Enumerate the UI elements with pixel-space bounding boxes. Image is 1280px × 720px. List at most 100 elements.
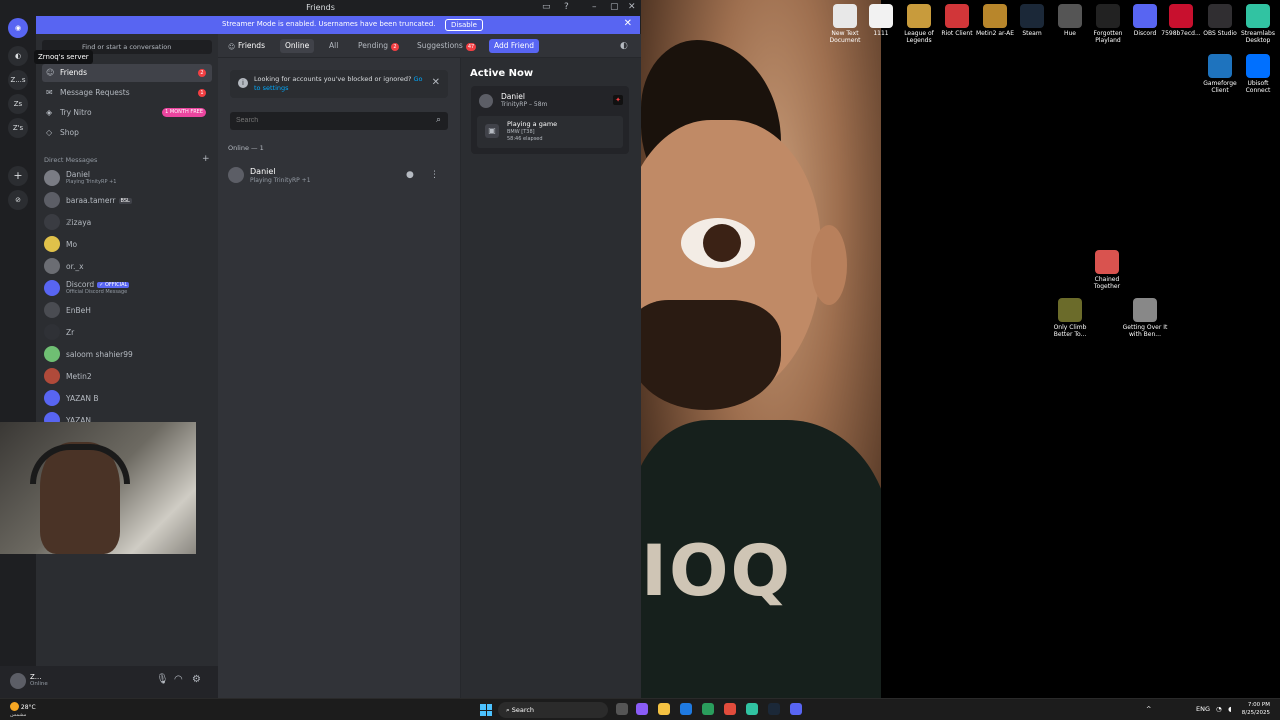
discord-taskbar-icon[interactable] [790, 703, 802, 715]
language-indicator[interactable]: ENG [1196, 705, 1210, 713]
headphones-icon[interactable]: ◠ [174, 674, 183, 685]
task-view-icon[interactable] [616, 703, 628, 715]
dm-item[interactable]: ℤizaya [42, 212, 212, 232]
discord-home-icon[interactable]: ◉ [8, 18, 28, 38]
taskbar: 28°C مشمس ⌕ Search ^ ENG ◔ ◖ 7:00 PM 8/2… [0, 698, 1280, 720]
server-item-1[interactable]: Z...s [8, 70, 28, 90]
more-icon[interactable]: ⋮ [430, 170, 439, 180]
active-now-panel: Active Now Daniel TrinityRP – 58m ✦ ▣ Pl… [460, 58, 641, 698]
server-list: ◉ ◐ Z...s Zs Z's + ⊘ [0, 16, 36, 666]
dm-item[interactable]: Daniel Playing TrinityRP +1 [42, 168, 212, 188]
copilot-icon[interactable] [636, 703, 648, 715]
nav-nitro[interactable]: ◈ Try Nitro 1 MONTH FREE [42, 104, 212, 122]
dm-item[interactable]: Discord ✓ OFFICIAL Official Discord Messag… [42, 278, 212, 298]
dm-header: Direct Messages [44, 156, 98, 164]
disable-streamer-button[interactable]: Disable [445, 19, 483, 31]
banner-close-icon[interactable]: ✕ [624, 18, 632, 29]
edge-icon[interactable] [680, 703, 692, 715]
inbox-icon[interactable]: ▭ [542, 2, 551, 12]
app-icon [945, 4, 969, 28]
store-icon[interactable] [702, 703, 714, 715]
tray-chevron-icon[interactable]: ^ [1146, 705, 1151, 713]
file-explorer-icon[interactable] [658, 703, 670, 715]
add-friend-button[interactable]: Add Friend [489, 39, 539, 53]
active-now-title: Active Now [470, 68, 534, 79]
active-now-card[interactable]: Daniel TrinityRP – 58m ✦ ▣ Playing a gam… [471, 86, 629, 154]
dm-avatar [44, 214, 60, 230]
server-zrnoq[interactable]: ◐ [8, 46, 28, 66]
friends-topbar: Friends ☺ Online All Pending 2 Suggestion… [218, 34, 641, 58]
desktop-icon[interactable]: Streamlabs Desktop [1235, 4, 1280, 44]
app-icon [983, 4, 1007, 28]
dm-name: Metin2 [66, 372, 92, 381]
tab-pending[interactable]: Pending 2 [353, 39, 404, 53]
nav-message-requests[interactable]: ✉ Message Requests 1 [42, 84, 212, 102]
friends-search-input[interactable] [230, 112, 448, 130]
dm-item[interactable]: or._x [42, 256, 212, 276]
tab-online[interactable]: Online [280, 39, 315, 53]
wallpaper-portrait: IOQ [641, 0, 881, 698]
chrome-icon[interactable] [724, 703, 736, 715]
weather-sub: مشمس [10, 712, 27, 718]
mail-icon: ✉ [46, 88, 53, 97]
settings-gear-icon[interactable]: ⚙ [192, 674, 201, 685]
app-icon [1058, 298, 1082, 322]
dm-item[interactable]: Zr [42, 322, 212, 342]
server-item-2[interactable]: Zs [8, 94, 28, 114]
taskbar-search[interactable]: ⌕ Search [498, 702, 608, 718]
user-avatar[interactable] [10, 673, 26, 689]
dm-avatar [44, 236, 60, 252]
dm-avatar [44, 170, 60, 186]
dm-name: or._x [66, 262, 84, 271]
info-icon: i [238, 78, 248, 88]
dm-tag: ✓ OFFICIAL [97, 282, 130, 288]
friends-wave-icon: ☺ [228, 43, 236, 51]
friends-icon: ☺ [46, 68, 55, 77]
clock[interactable]: 7:00 PM 8/25/2025 [1242, 701, 1270, 717]
steam-taskbar-icon[interactable] [768, 703, 780, 715]
discover-icon[interactable]: ⊘ [8, 190, 28, 210]
tab-all[interactable]: All [324, 39, 343, 53]
app-icon [1020, 4, 1044, 28]
notice-close-icon[interactable]: ✕ [432, 77, 440, 88]
add-server-icon[interactable]: + [8, 166, 28, 186]
dm-item[interactable]: Mo [42, 234, 212, 254]
mic-icon[interactable]: 🎙 [156, 674, 169, 685]
user-name: Z... [30, 673, 42, 681]
windows-start-icon[interactable] [480, 704, 492, 716]
requests-badge: 1 [198, 89, 206, 97]
desktop-icon[interactable]: Chained Together [1084, 250, 1130, 290]
volume-icon[interactable]: ◖ [1228, 705, 1231, 713]
help-icon[interactable]: ? [564, 2, 569, 12]
server-item-3[interactable]: Z's [8, 118, 28, 138]
friend-activity: Playing TrinityRP +1 [250, 177, 311, 184]
minimize-button[interactable]: – [592, 2, 597, 12]
nav-friends[interactable]: ☺ Friends 2 [42, 64, 212, 82]
wallpaper-shirt-text: IOQ [641, 530, 793, 612]
maximize-button[interactable]: ▢ [610, 2, 619, 12]
streamlabs-taskbar-icon[interactable] [746, 703, 758, 715]
friend-row[interactable]: Daniel Playing TrinityRP +1 ● ⋮ [224, 162, 450, 190]
app-icon [1208, 54, 1232, 78]
dm-item[interactable]: EnBeH [42, 300, 212, 320]
notice-text: Looking for accounts you've blocked or i… [254, 75, 412, 83]
desktop-icon[interactable]: Only Climb Better To... [1047, 298, 1093, 338]
wifi-icon[interactable]: ◔ [1216, 705, 1222, 713]
nav-shop[interactable]: ◇ Shop [42, 124, 212, 142]
desktop-icon[interactable]: Getting Over It with Ben... [1122, 298, 1168, 338]
weather-widget[interactable]: 28°C مشمس [10, 702, 36, 718]
create-dm-icon[interactable]: + [202, 154, 210, 164]
message-icon[interactable]: ● [406, 170, 414, 180]
close-button[interactable]: ✕ [628, 2, 636, 12]
weather-temp: 28°C [20, 704, 36, 711]
desktop-icon[interactable]: Ubisoft Connect [1235, 54, 1280, 94]
new-group-dm-icon[interactable]: ◐ [620, 41, 628, 51]
dm-item[interactable]: Metin2 [42, 366, 212, 386]
dm-item[interactable]: saloom shahier99 [42, 344, 212, 364]
search-icon: ⌕ [436, 115, 442, 125]
dm-item[interactable]: baraa.tamerr BSL [42, 190, 212, 210]
dm-item[interactable]: YAZAN B [42, 388, 212, 408]
app-icon [1208, 4, 1232, 28]
friends-main [218, 34, 460, 698]
tab-suggestions[interactable]: Suggestions 47 [412, 39, 481, 53]
